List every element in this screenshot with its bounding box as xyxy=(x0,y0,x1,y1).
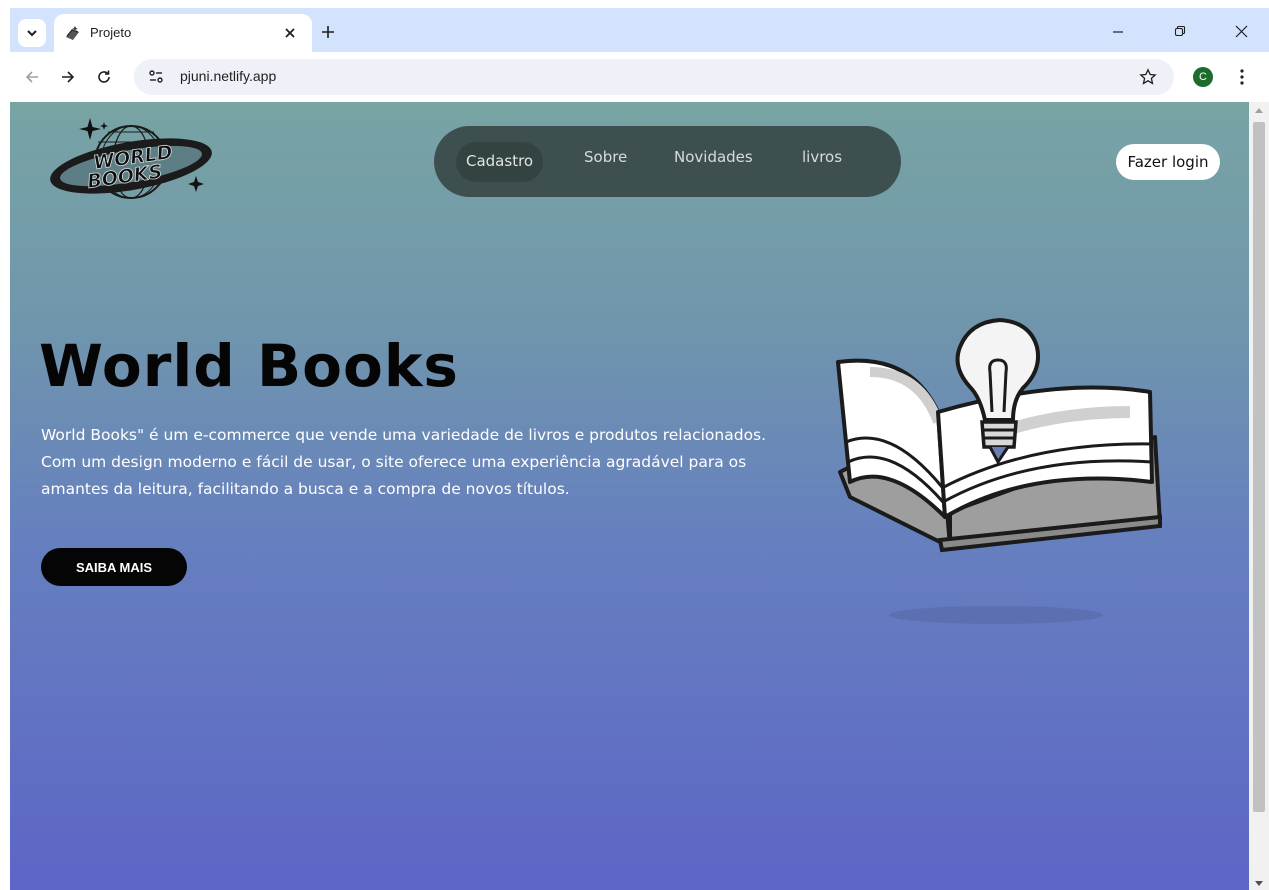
tune-icon xyxy=(149,70,163,83)
site-info-button[interactable] xyxy=(146,67,166,87)
nav-link-cadastro[interactable]: Cadastro xyxy=(456,142,544,182)
arrow-right-icon xyxy=(62,71,75,83)
forward-button[interactable] xyxy=(54,63,82,91)
url-text: pjuni.netlify.app xyxy=(180,68,277,84)
tab-title: Projeto xyxy=(90,25,132,40)
plus-icon xyxy=(322,26,334,38)
book-favicon-icon xyxy=(66,26,79,40)
login-button[interactable]: Fazer login xyxy=(1116,144,1220,180)
browser-window: Projeto pjuni.netlify.app C WORLD BOOKS … xyxy=(10,8,1269,890)
profile-avatar[interactable]: C xyxy=(1193,67,1213,87)
tab-strip: Projeto xyxy=(10,8,1269,52)
nav-link-novidades[interactable]: Novidades xyxy=(674,148,753,166)
hero-description: World Books" é um e-commerce que vende u… xyxy=(41,426,767,498)
book-lightbulb-illustration xyxy=(836,318,1162,553)
page-scrollbar[interactable] xyxy=(1249,102,1269,890)
hero-title: World Books xyxy=(39,332,459,400)
back-button[interactable] xyxy=(18,63,46,91)
restore-button[interactable] xyxy=(1167,18,1193,44)
saiba-mais-button[interactable]: SAIBA MAIS xyxy=(41,548,187,586)
close-window-button[interactable] xyxy=(1228,18,1254,44)
tab-projeto[interactable]: Projeto xyxy=(54,14,312,52)
arrow-left-icon xyxy=(25,71,38,83)
close-icon xyxy=(285,28,295,38)
scroll-up-arrow-icon[interactable] xyxy=(1255,108,1263,113)
scrollbar-thumb[interactable] xyxy=(1253,122,1265,812)
reload-icon xyxy=(98,70,110,83)
nav-link-livros[interactable]: livros xyxy=(802,148,842,166)
scroll-down-arrow-icon[interactable] xyxy=(1255,881,1263,886)
tab-search-button[interactable] xyxy=(18,19,46,47)
new-tab-button[interactable] xyxy=(315,19,341,45)
star-icon xyxy=(1139,68,1157,85)
address-bar[interactable]: pjuni.netlify.app xyxy=(134,59,1174,95)
page-viewport: WORLD BOOKS Cadastro Sobre Novidades liv… xyxy=(10,102,1249,890)
browser-menu-button[interactable] xyxy=(1230,65,1254,89)
reload-button[interactable] xyxy=(90,63,118,91)
minimize-icon xyxy=(1113,31,1123,33)
minimize-button[interactable] xyxy=(1105,18,1131,44)
world-books-logo[interactable]: WORLD BOOKS xyxy=(46,114,216,206)
more-vert-icon xyxy=(1240,69,1244,85)
browser-toolbar: pjuni.netlify.app C xyxy=(10,52,1269,102)
main-nav: Cadastro Sobre Novidades livros xyxy=(434,126,901,197)
restore-icon xyxy=(1174,25,1186,37)
chevron-down-icon xyxy=(27,30,37,37)
close-tab-button[interactable] xyxy=(280,23,300,43)
close-icon xyxy=(1235,25,1247,37)
bookmark-button[interactable] xyxy=(1137,66,1159,88)
nav-link-sobre[interactable]: Sobre xyxy=(584,148,627,166)
